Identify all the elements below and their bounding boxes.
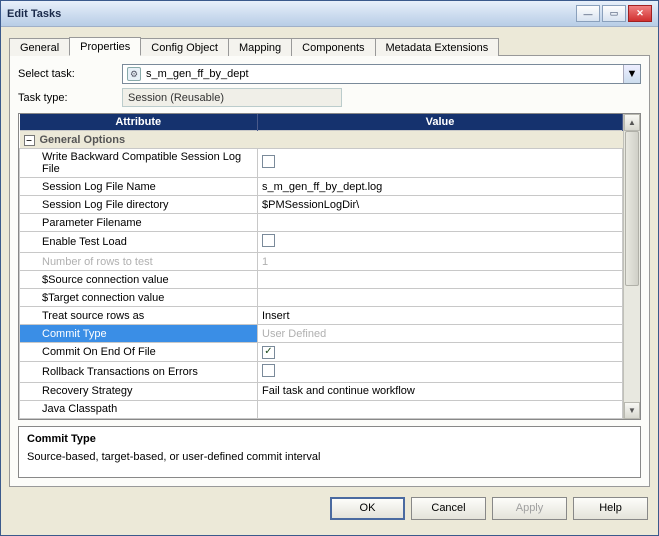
tab-strip: General Properties Config Object Mapping… [9,33,650,55]
tab-metadata-extensions[interactable]: Metadata Extensions [375,38,500,56]
cell-value[interactable] [258,214,623,232]
attr-label: Commit Type [24,328,107,340]
scroll-down-icon[interactable]: ▼ [624,402,640,419]
vertical-scrollbar[interactable]: ▲ ▼ [623,114,640,419]
attr-label: Write Backward Compatible Session Log Fi… [24,151,253,175]
task-type-label: Task type: [18,92,122,104]
checkbox-rollback[interactable] [262,364,275,377]
attr-label: Java Classpath [24,403,117,415]
description-panel: Commit Type Source-based, target-based, … [18,426,641,478]
col-header-value[interactable]: Value [258,114,623,131]
table-row-selected: Commit Type User Defined [20,325,623,343]
attr-label: Session Log File directory [24,199,169,211]
table-row: Parameter Filename [20,214,623,232]
table-row: Session Log File Name s_m_gen_ff_by_dept.… [20,178,623,196]
cancel-button[interactable]: Cancel [411,497,486,520]
checkbox-commit-end-file[interactable]: ✓ [262,346,275,359]
apply-button: Apply [492,497,567,520]
titlebar[interactable]: Edit Tasks — ▭ ✕ [1,1,658,27]
checkbox-enable-test-load[interactable] [262,234,275,247]
close-button[interactable]: ✕ [628,5,652,22]
checkbox-write-backward[interactable] [262,155,275,168]
tab-general[interactable]: General [9,38,70,56]
tab-mapping[interactable]: Mapping [228,38,292,56]
table-row: Session Log File directory $PMSessionLogD… [20,196,623,214]
attr-label: Rollback Transactions on Errors [24,366,198,378]
ok-button[interactable]: OK [330,497,405,520]
collapse-icon[interactable]: – [24,135,35,146]
attr-label: Treat source rows as [24,310,144,322]
select-task-value: s_m_gen_ff_by_dept [146,68,249,80]
cell-value[interactable] [258,271,623,289]
scroll-thumb[interactable] [625,131,639,286]
attr-label: Commit On End Of File [24,346,156,358]
tab-components[interactable]: Components [291,38,375,56]
scroll-track[interactable] [624,131,640,402]
table-row: Write Backward Compatible Session Log Fi… [20,149,623,178]
col-header-attribute[interactable]: Attribute [20,114,258,131]
table-row: Commit On End Of File ✓ [20,343,623,362]
cell-value: 1 [258,253,623,271]
table-row: Recovery Strategy Fail task and continue … [20,382,623,400]
attr-label: $Target connection value [24,292,164,304]
help-button[interactable]: Help [573,497,648,520]
chevron-down-icon[interactable]: ▼ [623,65,640,83]
cell-value[interactable] [258,289,623,307]
select-task-dropdown[interactable]: ⚙ s_m_gen_ff_by_dept ▼ [122,64,641,84]
attr-label: Recovery Strategy [24,385,132,397]
minimize-button[interactable]: — [576,5,600,22]
cell-value[interactable]: Fail task and continue workflow [258,382,623,400]
window-title: Edit Tasks [7,8,576,20]
properties-panel: Select task: ⚙ s_m_gen_ff_by_dept ▼ Task… [9,55,650,487]
button-bar: OK Cancel Apply Help [9,497,650,520]
tab-config-object[interactable]: Config Object [140,38,229,56]
session-icon: ⚙ [127,67,141,81]
attr-label: Enable Test Load [24,236,127,248]
tab-properties[interactable]: Properties [69,37,141,56]
table-row: Java Classpath [20,400,623,418]
maximize-button[interactable]: ▭ [602,5,626,22]
table-row: Enable Test Load [20,232,623,253]
table-row: $Source connection value [20,271,623,289]
table-row: $Target connection value [20,289,623,307]
scroll-up-icon[interactable]: ▲ [624,114,640,131]
cell-value[interactable]: User Defined [258,325,623,343]
select-task-label: Select task: [18,68,122,80]
description-title: Commit Type [27,433,632,445]
cell-value[interactable]: Insert [258,307,623,325]
attr-label: Parameter Filename [24,217,142,229]
description-text: Source-based, target-based, or user-defi… [27,451,632,463]
table-row: Number of rows to test 1 [20,253,623,271]
task-type-value: Session (Reusable) [122,88,342,107]
attribute-grid-wrap: Attribute Value –General Options Write B… [18,113,641,420]
edit-tasks-window: Edit Tasks — ▭ ✕ General Properties Conf… [0,0,659,536]
cell-value[interactable] [258,400,623,418]
table-row: Treat source rows as Insert [20,307,623,325]
attr-label: Number of rows to test [24,256,153,268]
section-general-options[interactable]: –General Options [20,131,623,149]
attribute-grid: Attribute Value –General Options Write B… [19,114,623,419]
table-row: Rollback Transactions on Errors [20,361,623,382]
cell-value[interactable]: $PMSessionLogDir\ [258,196,623,214]
attr-label: $Source connection value [24,274,169,286]
cell-value[interactable]: s_m_gen_ff_by_dept.log [258,178,623,196]
attr-label: Session Log File Name [24,181,156,193]
